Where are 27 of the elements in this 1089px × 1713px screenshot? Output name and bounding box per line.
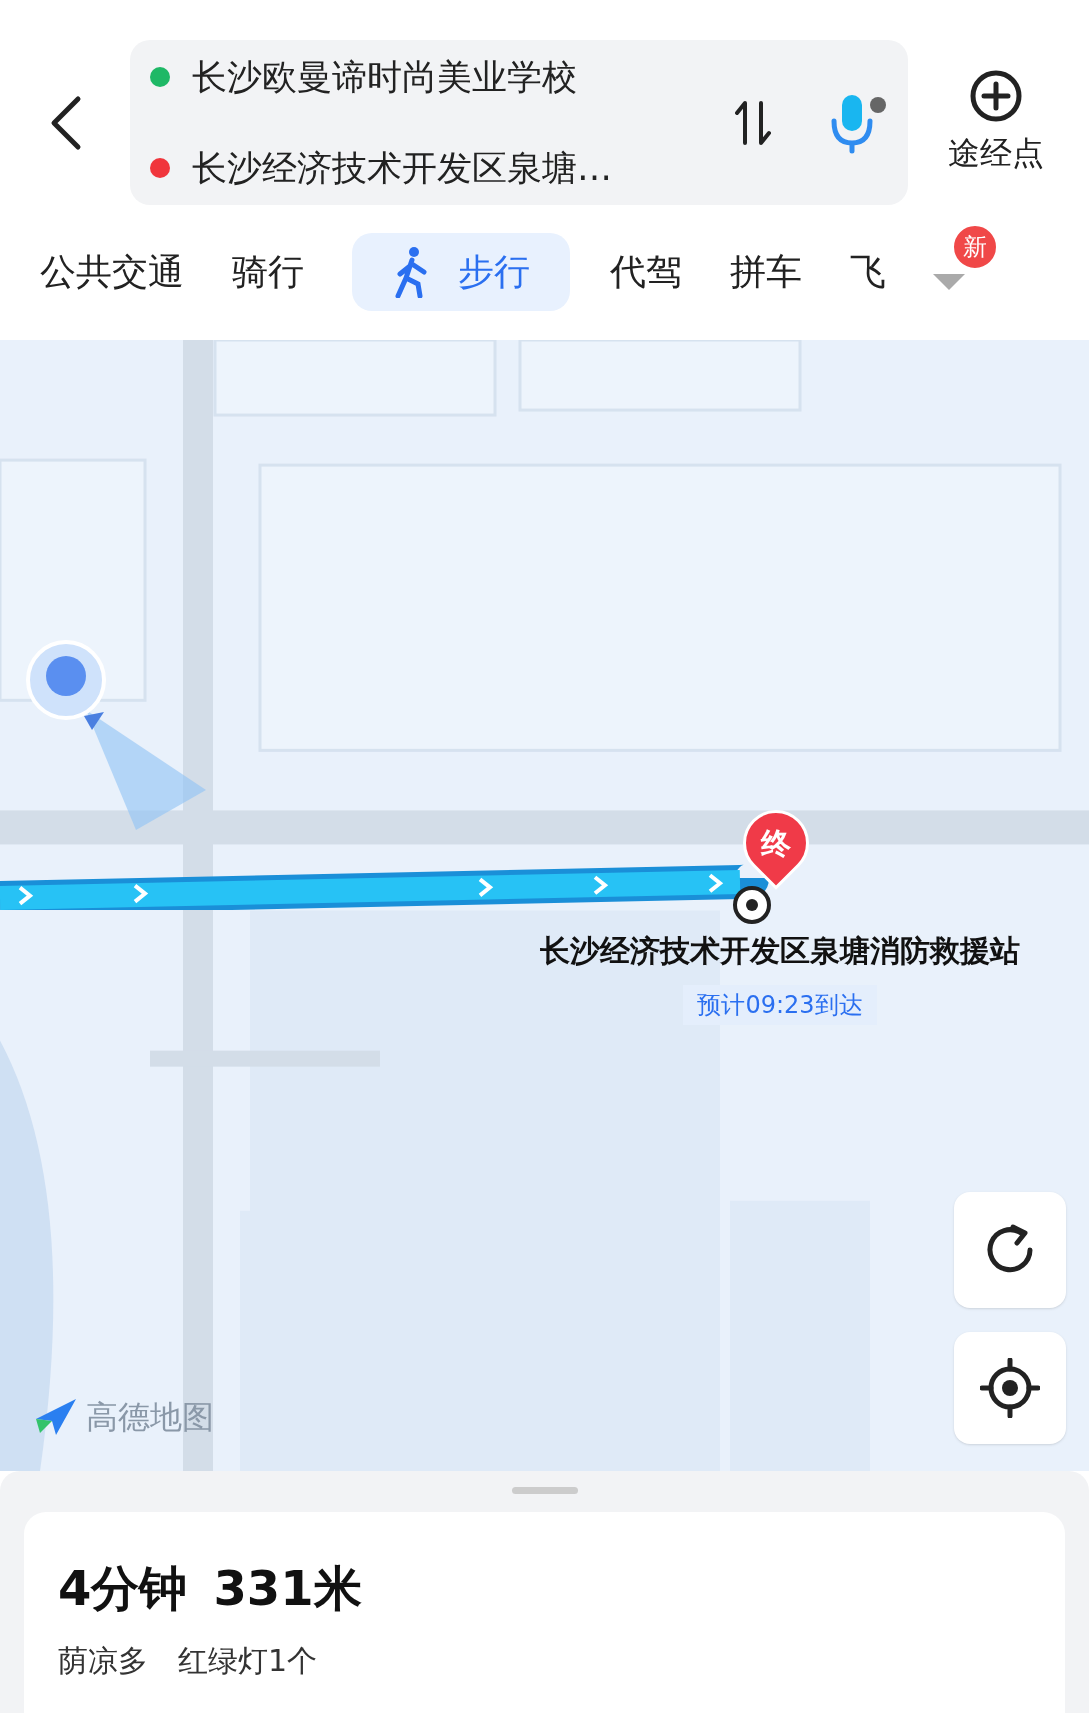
mode-tab[interactable]: 飞 bbox=[850, 233, 886, 311]
destination-label: 长沙经济技术开发区泉塘消防救援站 bbox=[540, 932, 1020, 970]
map-logo: 高德地图 bbox=[86, 1397, 214, 1438]
distance-text: 331米 bbox=[213, 1559, 362, 1618]
mode-tab[interactable]: 骑行 bbox=[232, 233, 304, 311]
paper-plane-icon bbox=[34, 1397, 78, 1437]
mode-tab[interactable]: 公共交通 bbox=[40, 233, 184, 311]
caret-icon bbox=[931, 272, 967, 292]
route-summary-card[interactable]: 4分钟 331米 荫凉多 红绿灯1个 bbox=[24, 1512, 1065, 1713]
swap-icon bbox=[733, 98, 773, 147]
mode-tab[interactable]: 拼车 bbox=[730, 233, 802, 311]
destination-field[interactable]: 长沙经济技术开发区泉塘… bbox=[192, 141, 612, 194]
locate-icon bbox=[980, 1358, 1040, 1418]
origin-field[interactable]: 长沙欧曼谛时尚美业学校 bbox=[192, 51, 577, 104]
user-location-icon bbox=[26, 640, 206, 830]
new-badge: 新 bbox=[952, 224, 998, 270]
drag-handle[interactable] bbox=[511, 1487, 578, 1494]
duration-text: 4分钟 bbox=[58, 1559, 188, 1618]
add-icon bbox=[969, 68, 1023, 123]
mode-tab[interactable]: 步行 bbox=[352, 233, 570, 311]
eta-label: 预计09:23到达 bbox=[683, 985, 877, 1025]
waypoint-button[interactable]: 途经点 bbox=[948, 68, 1044, 177]
route-tag: 荫凉多 bbox=[58, 1638, 148, 1683]
route-tag: 红绿灯1个 bbox=[178, 1638, 318, 1683]
mode-tab[interactable]: 代驾 bbox=[610, 233, 682, 311]
refresh-button[interactable] bbox=[954, 1192, 1066, 1308]
locate-button[interactable] bbox=[954, 1332, 1066, 1444]
